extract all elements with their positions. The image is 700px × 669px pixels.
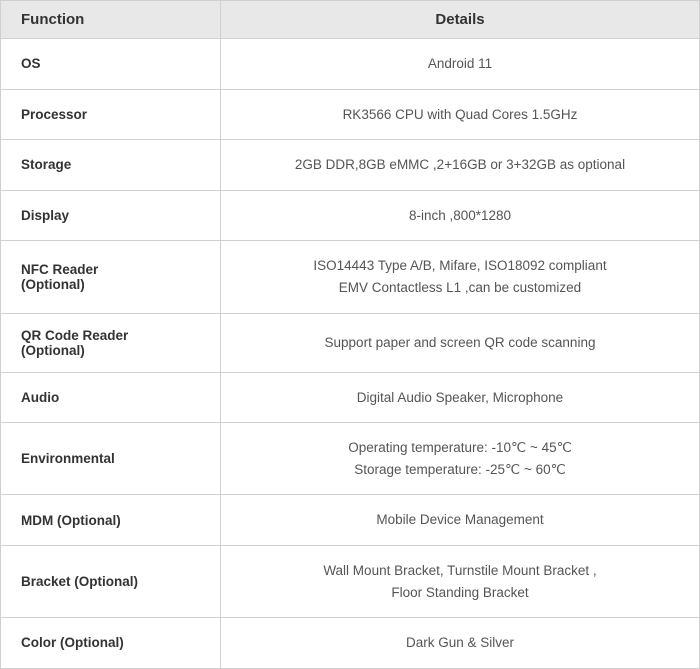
row-function-qr-code-reader: QR Code Reader (Optional) bbox=[1, 314, 221, 372]
specs-table: Function Details OSAndroid 11ProcessorRK… bbox=[0, 0, 700, 669]
row-function-processor: Processor bbox=[1, 90, 221, 140]
row-details-mdm: Mobile Device Management bbox=[221, 495, 699, 545]
table-row: ProcessorRK3566 CPU with Quad Cores 1.5G… bbox=[1, 90, 699, 141]
table-row: Storage2GB DDR,8GB eMMC ,2+16GB or 3+32G… bbox=[1, 140, 699, 191]
row-function-color: Color (Optional) bbox=[1, 618, 221, 668]
table-row: Bracket (Optional)Wall Mount Bracket, Tu… bbox=[1, 546, 699, 618]
table-row: MDM (Optional) Mobile Device Management bbox=[1, 495, 699, 546]
row-function-display: Display bbox=[1, 191, 221, 241]
row-function-storage: Storage bbox=[1, 140, 221, 190]
row-details-qr-code-reader: Support paper and screen QR code scannin… bbox=[221, 314, 699, 372]
row-details-bracket: Wall Mount Bracket, Turnstile Mount Brac… bbox=[221, 546, 699, 617]
row-function-nfc-reader: NFC Reader (Optional) bbox=[1, 241, 221, 312]
row-details-processor: RK3566 CPU with Quad Cores 1.5GHz bbox=[221, 90, 699, 140]
table-row: AudioDigital Audio Speaker, Microphone bbox=[1, 373, 699, 424]
table-row: OSAndroid 11 bbox=[1, 39, 699, 90]
table-header: Function Details bbox=[1, 1, 699, 39]
row-details-os: Android 11 bbox=[221, 39, 699, 89]
row-function-bracket: Bracket (Optional) bbox=[1, 546, 221, 617]
table-row: EnvironmentalOperating temperature: -10℃… bbox=[1, 423, 699, 495]
row-function-environmental: Environmental bbox=[1, 423, 221, 494]
row-details-color: Dark Gun & Silver bbox=[221, 618, 699, 668]
table-row: Display8-inch ,800*1280 bbox=[1, 191, 699, 242]
row-details-environmental: Operating temperature: -10℃ ~ 45℃ Storag… bbox=[221, 423, 699, 494]
row-details-storage: 2GB DDR,8GB eMMC ,2+16GB or 3+32GB as op… bbox=[221, 140, 699, 190]
header-details: Details bbox=[221, 1, 699, 38]
row-function-audio: Audio bbox=[1, 373, 221, 423]
table-row: Color (Optional)Dark Gun & Silver bbox=[1, 618, 699, 668]
header-function: Function bbox=[1, 1, 221, 38]
row-function-mdm: MDM (Optional) bbox=[1, 495, 221, 545]
row-details-nfc-reader: ISO14443 Type A/B, Mifare, ISO18092 comp… bbox=[221, 241, 699, 312]
row-function-os: OS bbox=[1, 39, 221, 89]
row-details-audio: Digital Audio Speaker, Microphone bbox=[221, 373, 699, 423]
table-row: QR Code Reader (Optional)Support paper a… bbox=[1, 314, 699, 373]
row-details-display: 8-inch ,800*1280 bbox=[221, 191, 699, 241]
table-row: NFC Reader (Optional)ISO14443 Type A/B, … bbox=[1, 241, 699, 313]
table-body: OSAndroid 11ProcessorRK3566 CPU with Qua… bbox=[1, 39, 699, 668]
